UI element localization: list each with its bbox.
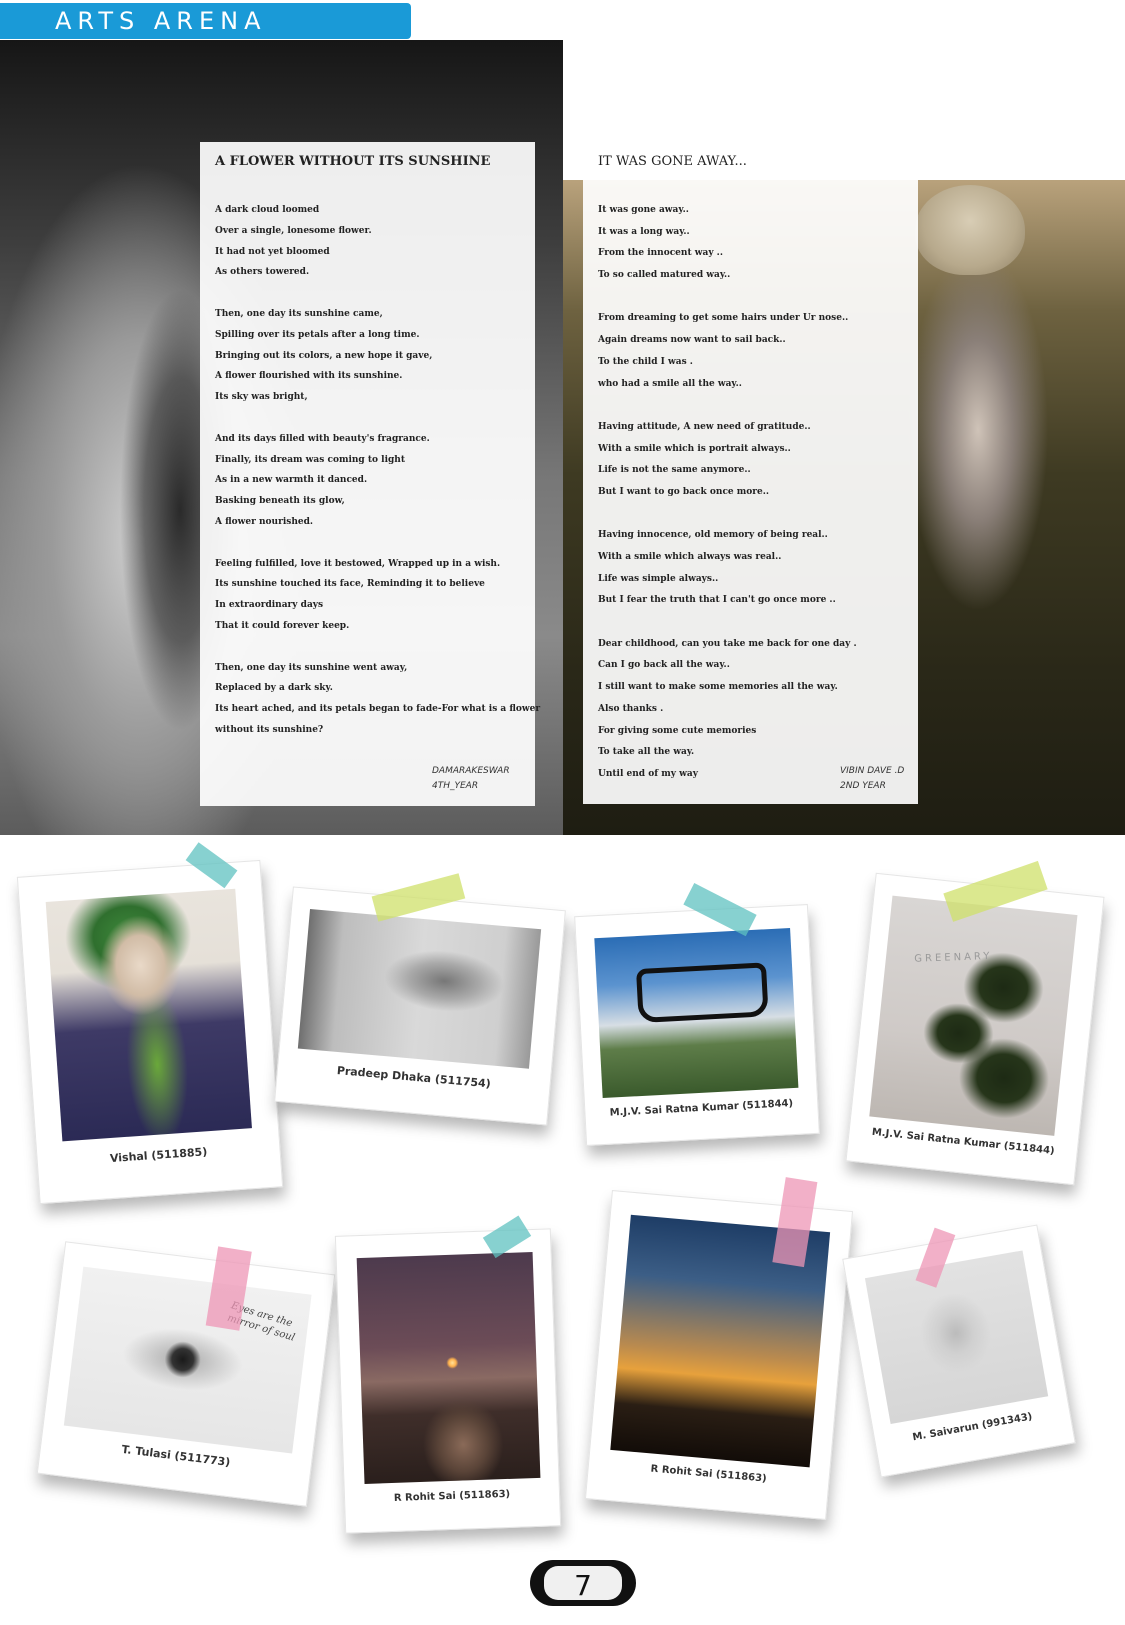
- poem-line: To the child I was .: [598, 356, 693, 367]
- poem-line: Its heart ached, and its petals began to…: [215, 704, 541, 715]
- tape-strip: [185, 842, 238, 889]
- poem-line: Having attitude, A new need of gratitude…: [598, 421, 811, 432]
- poem-line: Having innocence, old memory of being re…: [598, 530, 828, 541]
- poem-line: Feeling fulfilled, love it bestowed, Wra…: [215, 558, 501, 569]
- poem-line: Until end of my way: [598, 768, 698, 779]
- poem-line: In extraordinary days: [215, 600, 324, 611]
- author-name: VIBIN DAVE .D: [840, 766, 905, 776]
- poem-panel-gone-away: IT WAS GONE AWAY... It was gone away.. It…: [583, 142, 918, 804]
- page-number-inner: 7: [544, 1566, 622, 1602]
- poem-line: I still want to make some memories all t…: [598, 682, 838, 693]
- sunset-flower-photo-image: [356, 1251, 541, 1484]
- poem-line: But I want to go back once more..: [598, 486, 770, 497]
- poem-line: It was gone away..: [598, 205, 689, 215]
- poem-panel-flower: A FLOWER WITHOUT ITS SUNSHINE A dark clo…: [200, 142, 540, 806]
- poem-line: without its sunshine?: [215, 724, 324, 735]
- revolver-sketch-image: [297, 909, 542, 1069]
- poem-line: It had not yet bloomed: [215, 246, 330, 257]
- gallery-photo-1[interactable]: Vishal (511885): [16, 842, 284, 1205]
- photo-caption: M.J.V. Sai Ratna Kumar (511844): [609, 1098, 794, 1119]
- poem-line: Its sky was bright,: [215, 392, 308, 403]
- poem-line: Again dreams now want to sail back..: [598, 335, 786, 346]
- poem-line: Bringing out its colors, a new hope it g…: [215, 350, 433, 361]
- stanza-break: [598, 395, 857, 417]
- poem-line: Basking beneath its glow,: [215, 496, 345, 507]
- plant-watermark: GREENARY: [914, 950, 993, 965]
- poem-line: Over a single, lonesome flower.: [215, 225, 372, 236]
- stanza-break: [215, 637, 540, 658]
- hat-shape: [915, 185, 1025, 275]
- stanza-break: [598, 504, 857, 526]
- stanza-break: [598, 287, 857, 309]
- section-header-bar: ARTS ARENA: [0, 3, 411, 39]
- photo-caption: R Rohit Sai (511863): [393, 1488, 511, 1504]
- poem-line: It was a long way..: [598, 226, 690, 237]
- page-number: 7: [574, 1569, 592, 1602]
- gallery-photo-3[interactable]: M.J.V. Sai Ratna Kumar (511844): [574, 883, 820, 1146]
- poem-line: As others towered.: [215, 267, 310, 278]
- poem-line: Its sunshine touched its face, Reminding…: [215, 579, 485, 590]
- joker-drawing-image: [45, 888, 252, 1142]
- poem-line: And its days filled with beauty's fragra…: [215, 433, 430, 444]
- poem-line: Dear childhood, can you take me back for…: [598, 638, 857, 649]
- poem-line: As in a new warmth it danced.: [215, 475, 368, 486]
- poem-body: It was gone away.. It was a long way.. Fro…: [598, 200, 857, 786]
- gallery-photo-4[interactable]: GREENARY M.J.V. Sai Ratna Kumar (511844): [845, 860, 1105, 1186]
- poem-author: VIBIN DAVE .D 2ND YEAR: [840, 764, 904, 794]
- author-name: DAMARAKESWAR: [432, 766, 510, 776]
- section-title: ARTS ARENA: [55, 7, 267, 35]
- poem-line: With a smile which always was real..: [598, 552, 782, 562]
- poem-body: A dark cloud loomed Over a single, loneso…: [215, 200, 540, 741]
- glasses-icon: [635, 962, 769, 1024]
- poem-line: To so called matured way..: [598, 270, 731, 281]
- tape-strip: [371, 873, 466, 922]
- stanza-break: [215, 533, 540, 554]
- stanza-break: [215, 408, 540, 429]
- poem-line: Spilling over its petals after a long ti…: [215, 329, 420, 340]
- poem-line: A flower nourished.: [215, 516, 314, 527]
- gallery-photo-5[interactable]: Eyes are the mirror of soul T. Tulasi (5…: [36, 1241, 336, 1507]
- poem-line: Then, one day its sunshine came,: [215, 308, 383, 319]
- poem-line: Also thanks .: [598, 703, 664, 714]
- author-year: 2ND YEAR: [840, 781, 886, 791]
- poem-line: But I fear the truth that I can't go onc…: [598, 595, 836, 606]
- plant-photo-image: GREENARY: [869, 895, 1078, 1136]
- poem-line: To take all the way.: [598, 747, 695, 758]
- poem-line: From dreaming to get some hairs under Ur…: [598, 313, 849, 324]
- poem-author: DAMARAKESWAR 4TH_YEAR: [432, 764, 510, 794]
- poem-line: Then, one day its sunshine went away,: [215, 662, 408, 673]
- poem-line: From the innocent way ..: [598, 248, 723, 259]
- gallery-photo-6[interactable]: R Rohit Sai (511863): [334, 1215, 562, 1534]
- poem-line: Life is not the same anymore..: [598, 465, 751, 476]
- stanza-break: [598, 612, 857, 634]
- gallery-photo-7[interactable]: R Rohit Sai (511863): [584, 1177, 854, 1520]
- mickey-sketch-image: [864, 1250, 1049, 1424]
- author-year: 4TH_YEAR: [432, 781, 479, 791]
- tape-strip: [683, 883, 757, 937]
- poem-line: who had a smile all the way..: [598, 378, 742, 389]
- poem-line: A flower flourished with its sunshine.: [215, 371, 403, 382]
- poem-line: With a smile which is portrait always..: [598, 443, 791, 454]
- gallery-photo-2[interactable]: Pradeep Dhaka (511754): [274, 873, 566, 1126]
- page-number-badge: 7: [530, 1560, 636, 1606]
- gallery-photo-8[interactable]: M. Saivarun (991343): [842, 1224, 1076, 1478]
- poem-line: A dark cloud loomed: [215, 205, 320, 215]
- eye-sketch-image: Eyes are the mirror of soul: [63, 1266, 312, 1454]
- poem-line: That it could forever keep.: [215, 620, 350, 631]
- poem-title: IT WAS GONE AWAY...: [598, 154, 747, 169]
- poem-line: Finally, its dream was coming to light: [215, 454, 405, 465]
- poem-line: Replaced by a dark sky.: [215, 683, 333, 694]
- stanza-break: [215, 283, 540, 304]
- poem-line: Can I go back all the way..: [598, 660, 730, 671]
- poem-title: A FLOWER WITHOUT ITS SUNSHINE: [215, 154, 491, 169]
- poem-line: For giving some cute memories: [598, 725, 757, 736]
- poem-line: Life was simple always..: [598, 573, 719, 584]
- photo-caption: Vishal (511885): [109, 1145, 208, 1166]
